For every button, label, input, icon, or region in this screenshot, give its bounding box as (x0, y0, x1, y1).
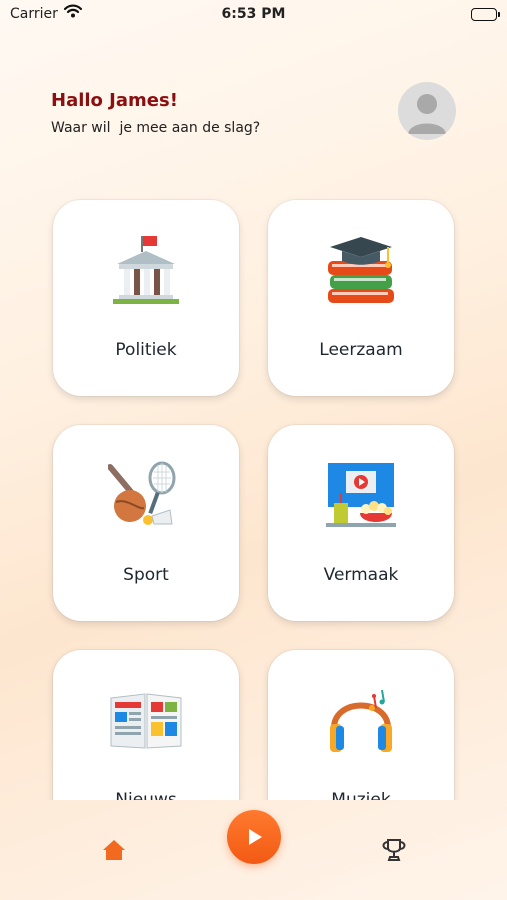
category-card-vermaak[interactable]: Vermaak (268, 425, 454, 621)
category-label: Sport (123, 565, 169, 585)
sports-equipment-icon (53, 451, 239, 541)
category-label: Leerzaam (319, 340, 403, 360)
user-avatar-icon (408, 94, 446, 134)
status-bar: Carrier 6:53 PM (0, 0, 507, 30)
movie-popcorn-icon (268, 451, 454, 541)
category-card-politiek[interactable]: Politiek (53, 200, 239, 396)
status-time: 6:53 PM (221, 6, 286, 22)
avatar[interactable] (398, 82, 456, 140)
category-card-nieuws[interactable]: Nieuws (53, 650, 239, 800)
category-card-sport[interactable]: Sport (53, 425, 239, 621)
category-label: Nieuws (115, 790, 177, 800)
battery-icon (471, 8, 500, 21)
trophy-icon[interactable] (380, 838, 408, 864)
category-card-muziek[interactable]: Muziek (268, 650, 454, 800)
newspaper-icon (53, 676, 239, 766)
play-button[interactable] (227, 810, 281, 864)
category-card-leerzaam[interactable]: Leerzaam (268, 200, 454, 396)
books-graduation-cap-icon (268, 226, 454, 316)
government-building-icon (53, 226, 239, 316)
greeting-title: Hallo James! (51, 90, 178, 111)
tab-bar (0, 800, 507, 900)
headphones-icon (268, 676, 454, 766)
category-label: Politiek (115, 340, 177, 360)
category-grid: Politiek Leerzaam Sport Vermaak Nieuws M… (0, 190, 507, 800)
home-icon[interactable] (102, 838, 126, 862)
play-icon (249, 829, 262, 845)
category-label: Vermaak (323, 565, 399, 585)
greeting-subtitle: Waar wil je mee aan de slag? (51, 120, 261, 136)
category-label: Muziek (331, 790, 391, 800)
